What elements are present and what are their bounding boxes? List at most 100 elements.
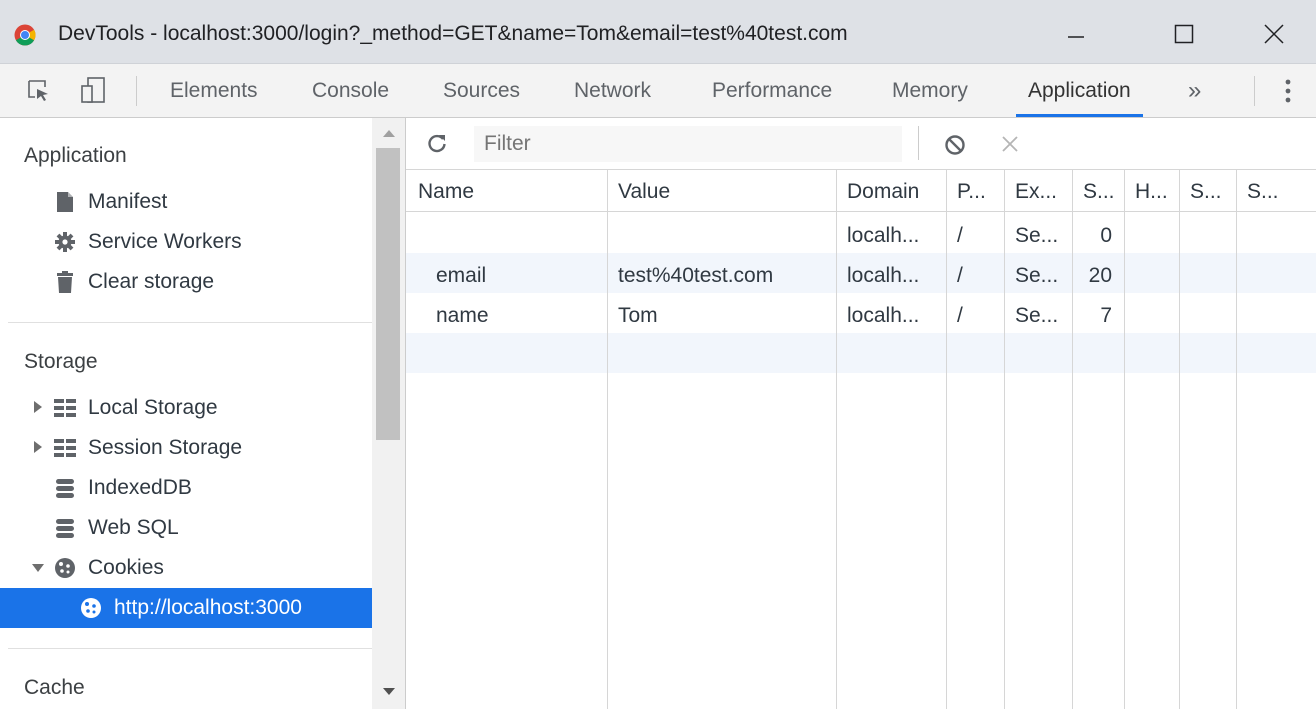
block-icon[interactable] [944,134,966,156]
sidebar-item-local-storage[interactable]: Local Storage [0,388,372,428]
close-icon[interactable] [1002,136,1018,152]
grid-icon [54,437,76,459]
cookie-icon [54,557,76,579]
cookies-panel: Name Value Domain P... Ex... S... H... S… [406,118,1316,709]
sidebar-item-cookies[interactable]: Cookies [0,548,372,588]
column-header-samesite[interactable]: S... [1247,180,1279,204]
sidebar-item-label: http://localhost:3000 [114,596,302,619]
section-application-header: Application [24,144,127,167]
cell-path[interactable]: / [957,304,963,328]
cell-value[interactable]: test%40test.com [618,264,773,288]
cell-domain[interactable]: localh... [847,264,919,288]
column-header-expires[interactable]: Ex... [1015,180,1057,204]
column-divider [1179,170,1180,709]
cell-path[interactable]: / [957,264,963,288]
column-header-secure[interactable]: S... [1190,180,1222,204]
expand-arrow-icon[interactable] [34,401,42,413]
more-tabs-button[interactable]: » [1188,64,1201,117]
column-header-domain[interactable]: Domain [847,180,919,204]
column-header-size[interactable]: S... [1083,180,1115,204]
sidebar-item-session-storage[interactable]: Session Storage [0,428,372,468]
scroll-up-arrow-icon[interactable] [383,130,395,137]
toolbar-divider [1254,76,1255,106]
cell-size[interactable]: 0 [1082,224,1112,248]
cell-name[interactable]: name [436,304,489,328]
toolbar-divider [918,126,919,160]
close-window-button[interactable] [1244,12,1304,56]
filter-input[interactable] [474,126,902,162]
scrollbar-thumb[interactable] [376,148,400,440]
window-title: DevTools - localhost:3000/login?_method=… [58,22,848,45]
trash-icon [54,271,76,293]
cell-expires[interactable]: Se... [1015,304,1058,328]
document-icon [54,191,76,213]
minimize-icon [1068,36,1084,38]
sidebar-item-label: Clear storage [88,270,215,293]
refresh-icon[interactable] [426,132,448,154]
gear-icon [54,231,76,253]
sidebar-scrollbar[interactable] [372,118,405,709]
database-icon [54,477,76,499]
chrome-logo-icon [14,24,36,46]
cell-size[interactable]: 7 [1082,304,1112,328]
tab-elements[interactable]: Elements [170,64,258,117]
cell-path[interactable]: / [957,224,963,248]
cookies-toolbar [406,118,1316,170]
scroll-down-arrow-icon[interactable] [383,688,395,695]
tab-sources[interactable]: Sources [443,64,520,117]
sidebar-item-label: Local Storage [88,396,218,419]
column-divider [1072,170,1073,709]
tab-memory[interactable]: Memory [892,64,968,117]
cell-size[interactable]: 20 [1082,264,1112,288]
maximize-button[interactable] [1154,12,1214,56]
column-divider [1124,170,1125,709]
sidebar-item-label: Manifest [88,190,168,213]
tab-application[interactable]: Application [1016,64,1143,117]
sidebar-item-web-sql[interactable]: Web SQL [0,508,372,548]
column-header-name[interactable]: Name [418,180,474,204]
toolbar-divider [136,76,137,106]
cell-expires[interactable]: Se... [1015,224,1058,248]
device-toolbar-icon[interactable] [80,76,108,106]
sidebar-item-indexeddb[interactable]: IndexedDB [0,468,372,508]
column-header-value[interactable]: Value [618,180,670,204]
column-header-httponly[interactable]: H... [1135,180,1168,204]
column-divider [607,170,608,709]
sidebar-item-label: IndexedDB [88,476,192,499]
grid-icon [54,397,76,419]
sidebar-item-service-workers[interactable]: Service Workers [0,222,372,262]
column-header-path[interactable]: P... [957,180,986,204]
column-divider [1004,170,1005,709]
column-divider [1236,170,1237,709]
section-cache-header: Cache [24,676,85,699]
kebab-menu-icon[interactable] [1282,77,1294,105]
sidebar-item-manifest[interactable]: Manifest [0,182,372,222]
sidebar-item-label: Web SQL [88,516,179,539]
column-divider [836,170,837,709]
sidebar-item-label: Service Workers [88,230,242,253]
window-titlebar: DevTools - localhost:3000/login?_method=… [0,0,1316,64]
cell-domain[interactable]: localh... [847,304,919,328]
column-divider [946,170,947,709]
section-storage-header: Storage [24,350,98,373]
cell-value[interactable]: Tom [618,304,658,328]
cookie-icon [80,597,102,619]
section-divider [8,322,372,323]
application-sidebar: Application Manifest Service Workers Cle… [0,118,406,709]
sidebar-item-label: Session Storage [88,436,243,459]
maximize-icon [1174,24,1194,44]
sidebar-item-clear-storage[interactable]: Clear storage [0,262,372,302]
expand-arrow-icon[interactable] [34,441,42,453]
sidebar-item-label: Cookies [88,556,164,579]
cell-name[interactable]: email [436,264,486,288]
sidebar-item-cookie-localhost[interactable]: http://localhost:3000 [0,588,372,628]
cell-domain[interactable]: localh... [847,224,919,248]
collapse-arrow-icon[interactable] [32,564,44,572]
tab-console[interactable]: Console [312,64,389,117]
cell-expires[interactable]: Se... [1015,264,1058,288]
devtools-tabbar: Elements Console Sources Network Perform… [0,64,1316,118]
tab-network[interactable]: Network [574,64,651,117]
tab-performance[interactable]: Performance [712,64,832,117]
minimize-button[interactable] [1046,12,1106,56]
inspect-element-icon[interactable] [26,78,52,104]
